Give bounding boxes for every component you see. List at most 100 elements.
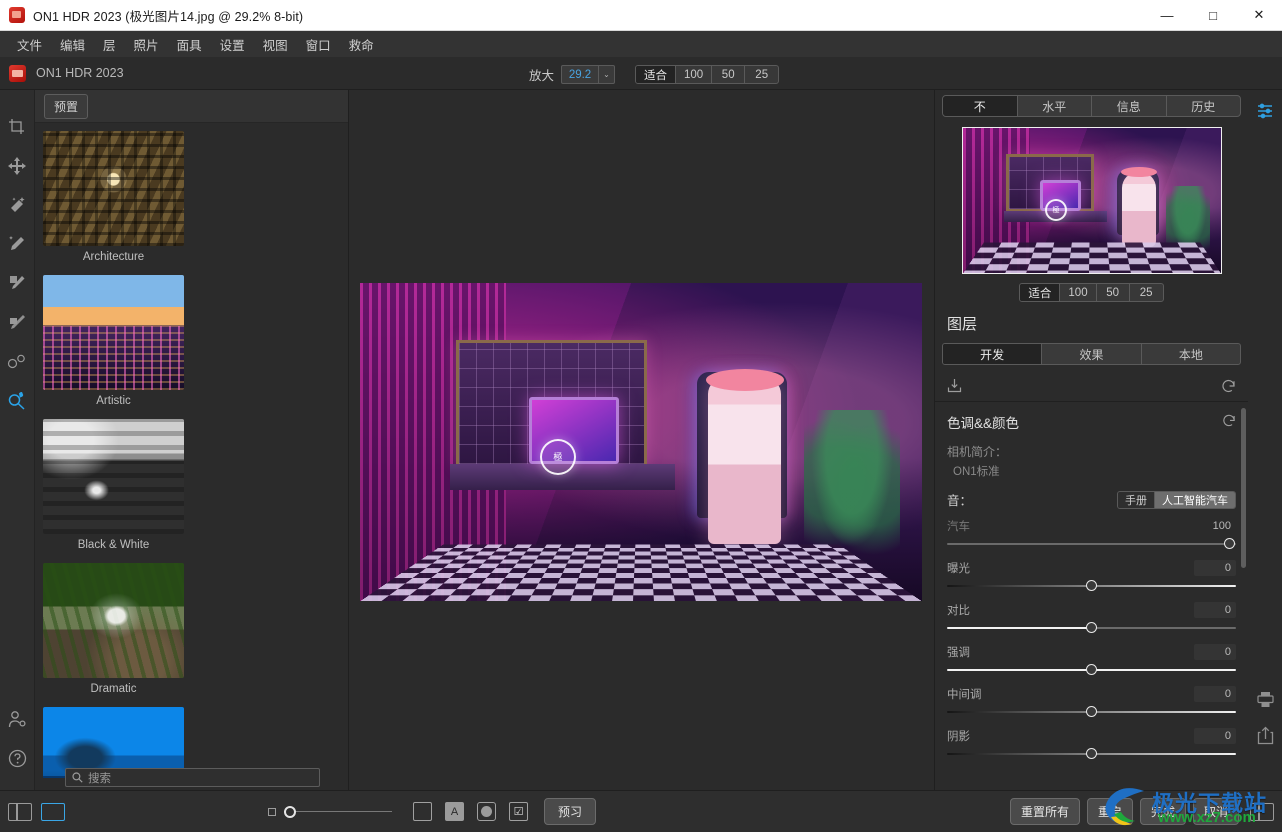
nav-zoom-100[interactable]: 100 xyxy=(1060,284,1097,301)
tone-mode-manual[interactable]: 手册 xyxy=(1118,491,1155,508)
zoom-field[interactable]: 29.2 ⌄ xyxy=(561,65,616,84)
minimize-button[interactable]: — xyxy=(1144,0,1190,31)
menu-item-window[interactable]: 窗口 xyxy=(297,31,340,58)
preset-item-architecture[interactable]: Architecture xyxy=(43,131,184,263)
image-canvas[interactable]: 極 xyxy=(349,90,934,790)
slider-knob[interactable] xyxy=(1085,706,1097,717)
tab-info[interactable]: 信息 xyxy=(1092,96,1167,116)
navigator-preview[interactable]: 極 xyxy=(961,127,1222,274)
share-export-icon[interactable] xyxy=(1252,722,1278,748)
menu-item-mask[interactable]: 面具 xyxy=(168,31,211,58)
menu-item-photo[interactable]: 照片 xyxy=(125,31,168,58)
preset-item-artistic[interactable]: Artistic xyxy=(43,275,184,407)
zoom-preset-100[interactable]: 100 xyxy=(676,66,713,83)
menu-item-help[interactable]: 救命 xyxy=(340,31,383,58)
slider-track[interactable] xyxy=(947,663,1236,677)
blemish-remover-tool-icon[interactable] xyxy=(4,348,30,374)
reset-all-button[interactable]: 重置所有 xyxy=(1009,798,1080,825)
show-check-icon[interactable]: ☑ xyxy=(509,802,528,821)
slider-track[interactable] xyxy=(947,747,1236,761)
preset-item-dramatic[interactable]: Dramatic xyxy=(43,563,184,695)
grid-view-icon[interactable] xyxy=(413,802,432,821)
settings-sliders-icon[interactable] xyxy=(1252,98,1278,124)
section-reset-icon[interactable] xyxy=(1222,413,1236,432)
magic-wand-tool-icon[interactable] xyxy=(4,192,30,218)
camera-profile-value[interactable]: ON1标准 xyxy=(947,463,1236,479)
menu-item-settings[interactable]: 设置 xyxy=(211,31,254,58)
tone-mode-ai-auto[interactable]: 人工智能汽车 xyxy=(1155,491,1235,508)
help-icon[interactable] xyxy=(4,745,30,771)
toggle-browser-panel-icon[interactable] xyxy=(41,802,65,821)
menu-item-edit[interactable]: 编辑 xyxy=(51,31,94,58)
slider-track[interactable] xyxy=(947,579,1236,593)
save-preset-icon[interactable] xyxy=(947,378,962,398)
presets-button[interactable]: 预置 xyxy=(44,93,89,119)
zoom-tool-icon[interactable] xyxy=(4,387,30,413)
slider-knob[interactable] xyxy=(1085,580,1097,591)
slider-track[interactable] xyxy=(947,705,1236,719)
adjustments-scroll-area[interactable]: 色调&&颜色 相机简介： ON1标准 音： 手册 人工智能汽车 汽车 100 曝… xyxy=(935,402,1248,790)
search-input[interactable]: 搜索 xyxy=(65,768,320,787)
print-icon[interactable] xyxy=(1252,686,1278,712)
slider-knob[interactable] xyxy=(1224,538,1235,549)
masking-brush-tool-icon[interactable] xyxy=(4,270,30,296)
menu-item-file[interactable]: 文件 xyxy=(8,31,51,58)
perfect-brush-tool-icon[interactable] xyxy=(4,231,30,257)
toggle-left-panel-icon[interactable] xyxy=(8,802,32,821)
reset-panel-icon[interactable] xyxy=(1221,378,1236,398)
slider-value[interactable]: 0 xyxy=(1194,602,1236,618)
slider-knob[interactable] xyxy=(1085,748,1097,759)
zoom-preset-25[interactable]: 25 xyxy=(745,66,778,83)
preset-thumbnail[interactable] xyxy=(43,275,184,390)
chevron-down-icon[interactable]: ⌄ xyxy=(598,66,614,83)
preset-label: Dramatic xyxy=(90,683,137,695)
preset-thumbnail[interactable] xyxy=(43,563,184,678)
slider-track[interactable] xyxy=(947,621,1236,635)
nav-zoom-fit[interactable]: 适合 xyxy=(1020,284,1061,301)
menu-item-view[interactable]: 视图 xyxy=(254,31,297,58)
thumbnail-size-slider[interactable] xyxy=(284,805,392,818)
panel-scrollbar[interactable] xyxy=(1241,408,1246,568)
tab-develop[interactable]: 开发 xyxy=(943,344,1043,364)
slider-value[interactable]: 100 xyxy=(1194,518,1236,534)
move-tool-icon[interactable] xyxy=(4,153,30,179)
preset-thumbnail[interactable] xyxy=(43,131,184,246)
thumbnail-size-knob[interactable] xyxy=(284,805,296,818)
zoom-value[interactable]: 29.2 xyxy=(562,69,598,81)
done-button[interactable]: 完成 xyxy=(1139,798,1186,825)
restart-button[interactable]: 重启 xyxy=(1086,798,1133,825)
tone-mode-group: 手册 人工智能汽车 xyxy=(1117,490,1236,509)
zoom-preset-fit[interactable]: 适合 xyxy=(636,66,677,83)
preview-button[interactable]: 预习 xyxy=(544,798,597,825)
close-button[interactable]: ✕ xyxy=(1236,0,1282,31)
tab-none[interactable]: 不 xyxy=(943,96,1018,116)
slider-value[interactable]: 0 xyxy=(1194,686,1236,702)
tab-levels[interactable]: 水平 xyxy=(1018,96,1092,116)
account-icon[interactable] xyxy=(4,706,30,732)
adjustable-gradient-tool-icon[interactable] xyxy=(4,309,30,335)
tab-effects[interactable]: 效果 xyxy=(1042,344,1142,364)
show-labels-icon[interactable]: A xyxy=(445,802,464,821)
maximize-button[interactable]: □ xyxy=(1190,0,1236,31)
nav-zoom-50[interactable]: 50 xyxy=(1097,284,1130,301)
slider-knob[interactable] xyxy=(1085,664,1097,675)
thumbnail-size-small-icon[interactable] xyxy=(268,807,276,816)
menu-item-layer[interactable]: 层 xyxy=(94,31,125,58)
slider-value[interactable]: 0 xyxy=(1194,560,1236,576)
toggle-right-panel-icon[interactable] xyxy=(1250,802,1274,821)
crop-tool-icon[interactable] xyxy=(4,114,30,140)
slider-value[interactable]: 0 xyxy=(1194,728,1236,744)
slider-track[interactable] xyxy=(947,537,1236,551)
zoom-preset-50[interactable]: 50 xyxy=(712,66,746,83)
cancel-button[interactable]: 取消 xyxy=(1192,798,1239,825)
slider-knob[interactable] xyxy=(1085,622,1097,633)
preset-thumbnail[interactable] xyxy=(43,419,184,534)
slider-label: 对比 xyxy=(947,605,970,617)
slider-value[interactable]: 0 xyxy=(1194,644,1236,660)
main-photo[interactable]: 極 xyxy=(360,283,922,601)
show-rating-icon[interactable] xyxy=(477,802,496,821)
nav-zoom-25[interactable]: 25 xyxy=(1130,284,1163,301)
tab-history[interactable]: 历史 xyxy=(1167,96,1241,116)
preset-item-black-and-white[interactable]: Black & White xyxy=(43,419,184,551)
tab-local[interactable]: 本地 xyxy=(1142,344,1240,364)
